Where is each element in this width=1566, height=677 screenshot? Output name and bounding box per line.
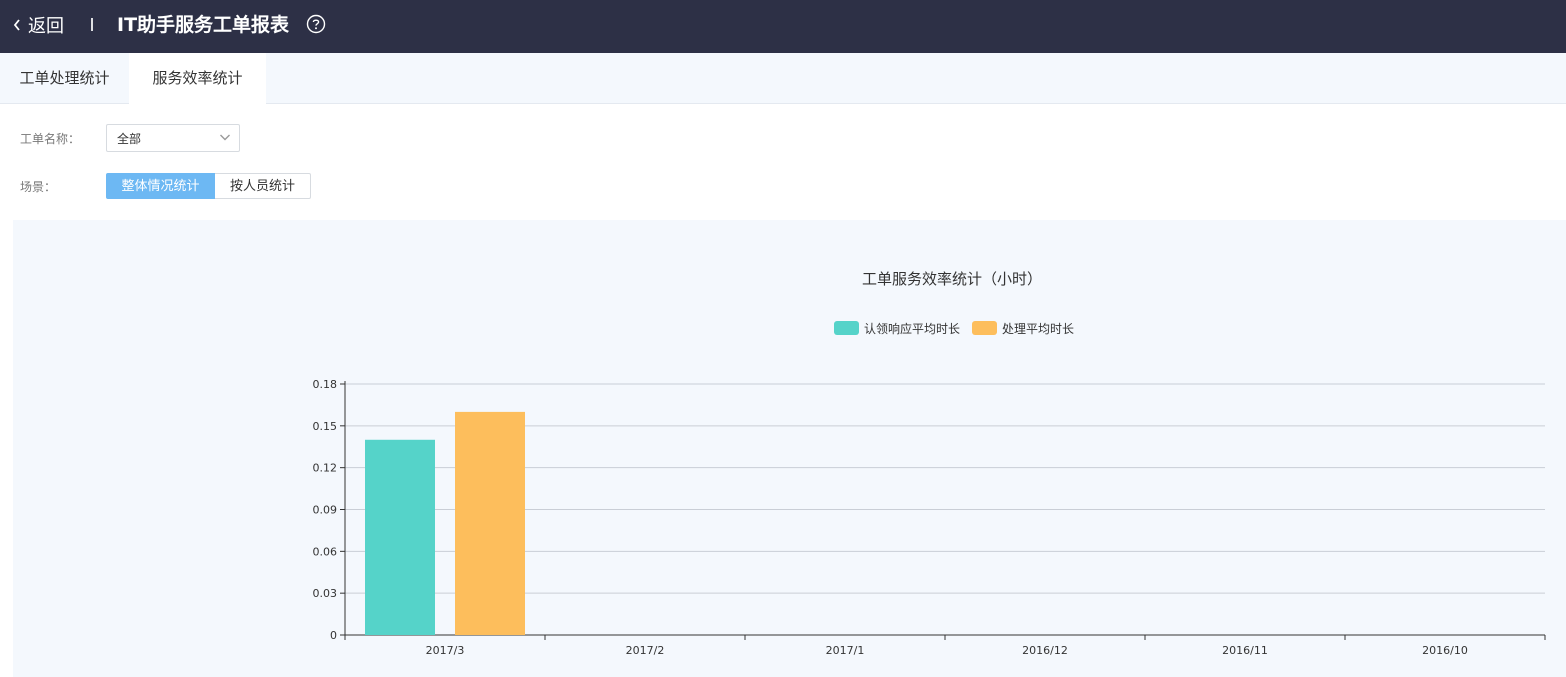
y-tick-label: 0.12 xyxy=(313,462,338,475)
bar-chart: 0 0.03 0.06 0.09 0.12 0.15 0.18 2017/3 2017/2 201… xyxy=(313,378,1546,657)
y-tick-label: 0.18 xyxy=(313,378,338,391)
bar-processing xyxy=(455,411,525,635)
bar-response xyxy=(365,439,435,635)
y-tick-label: 0.03 xyxy=(313,587,338,600)
y-tick-label: 0.06 xyxy=(313,545,338,558)
y-tick-label: 0 xyxy=(330,629,337,642)
x-tick-label: 2017/2 xyxy=(626,644,665,657)
y-tick-label: 0.15 xyxy=(313,420,338,433)
x-tick-label: 2016/10 xyxy=(1422,644,1468,657)
x-tick-label: 2017/3 xyxy=(426,644,465,657)
x-tick-label: 2016/11 xyxy=(1222,644,1268,657)
x-tick-label: 2016/12 xyxy=(1022,644,1068,657)
y-tick-label: 0.09 xyxy=(313,504,338,517)
x-tick-label: 2017/1 xyxy=(826,644,865,657)
